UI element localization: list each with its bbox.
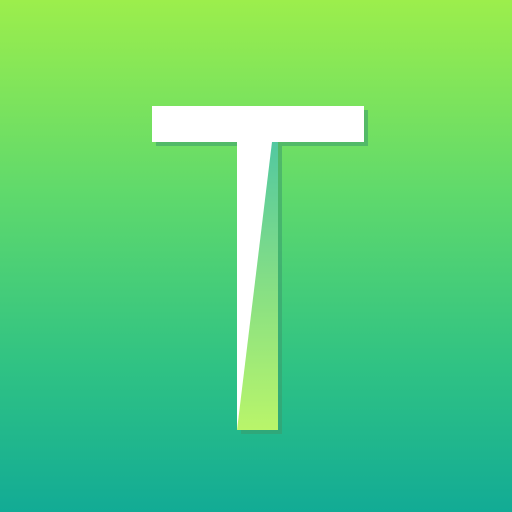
t-letter-icon — [152, 106, 368, 434]
t-crossbar — [152, 106, 364, 142]
app-icon-background[interactable] — [0, 0, 512, 512]
